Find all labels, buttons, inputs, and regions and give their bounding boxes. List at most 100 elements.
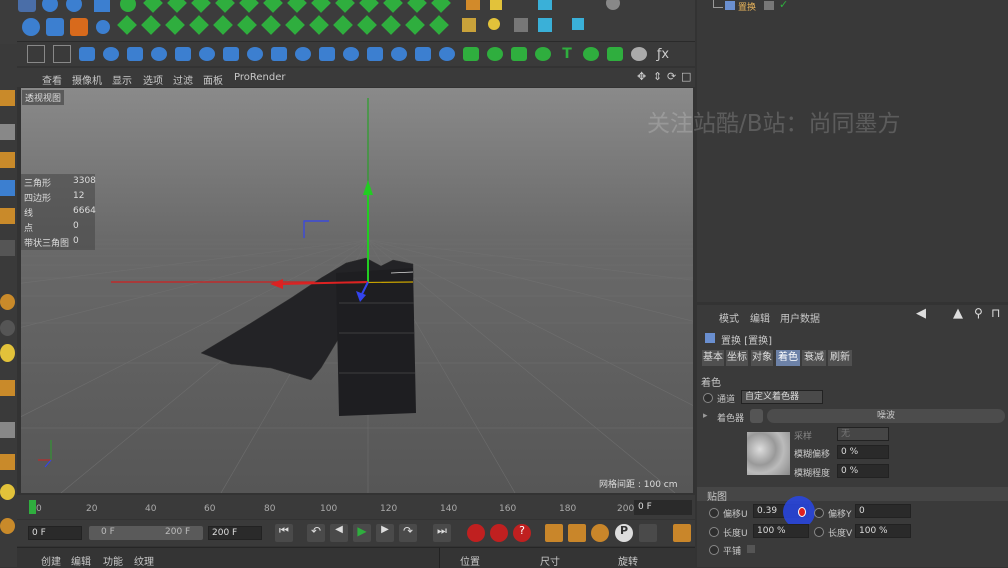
point-mode-icon[interactable] bbox=[53, 45, 71, 63]
snapping-icon[interactable] bbox=[0, 320, 15, 336]
rotate-key-icon[interactable] bbox=[591, 524, 609, 542]
perspective-viewport[interactable]: 透视视图 三角形 3308 四边形 12 线 6664 点 0 带状三角图 0 … bbox=[21, 88, 693, 493]
menu-options[interactable]: 选项 bbox=[143, 72, 163, 87]
move-icon[interactable] bbox=[66, 0, 82, 12]
keyframe-help-icon[interactable]: ? bbox=[513, 524, 531, 542]
y-axis-icon[interactable] bbox=[167, 0, 187, 13]
object-name[interactable]: 置换 bbox=[738, 0, 756, 13]
render-active-view-icon[interactable] bbox=[213, 15, 233, 35]
object-axis-icon[interactable] bbox=[0, 208, 15, 224]
lengthV-field[interactable]: 100 % bbox=[855, 524, 911, 538]
sky-icon[interactable] bbox=[429, 15, 449, 35]
prev-key-icon[interactable]: ↶ bbox=[307, 524, 325, 542]
snap-icon[interactable] bbox=[514, 18, 528, 32]
tile-checkbox[interactable] bbox=[747, 545, 755, 553]
attr-menu-mode[interactable]: 模式 bbox=[719, 310, 739, 325]
knife-icon[interactable] bbox=[127, 47, 143, 61]
tab-shading[interactable]: 着色 bbox=[776, 350, 800, 366]
loft-icon[interactable] bbox=[631, 47, 647, 61]
weld-icon[interactable] bbox=[247, 47, 263, 61]
search-icon[interactable]: ⚲ bbox=[974, 306, 983, 320]
attr-menu-edit[interactable]: 编辑 bbox=[750, 310, 770, 325]
model-mode-icon[interactable] bbox=[0, 180, 15, 196]
close-hole-icon[interactable] bbox=[487, 47, 503, 61]
cube-primitive-icon[interactable] bbox=[311, 0, 331, 13]
y-lock-icon[interactable] bbox=[141, 15, 161, 35]
grid-lock-icon[interactable] bbox=[0, 422, 15, 438]
guide-icon[interactable] bbox=[572, 18, 584, 30]
edit-render-settings-icon[interactable] bbox=[261, 15, 281, 35]
pla-key-icon[interactable] bbox=[639, 524, 657, 542]
polygon-pen-icon[interactable] bbox=[463, 47, 479, 61]
array-icon[interactable] bbox=[357, 15, 377, 35]
camera-icon[interactable] bbox=[466, 0, 480, 10]
bevel-icon[interactable] bbox=[175, 47, 191, 61]
attr-menu-userdata[interactable]: 用户数据 bbox=[780, 310, 820, 325]
tab-refresh[interactable]: 刷新 bbox=[828, 350, 852, 366]
maximize-view-icon[interactable]: □ bbox=[681, 70, 691, 83]
auto-key-icon[interactable] bbox=[490, 524, 508, 542]
next-frame-icon[interactable]: ▶ bbox=[376, 524, 394, 542]
loop-cut-icon[interactable] bbox=[223, 47, 239, 61]
function-icon[interactable]: ƒx bbox=[655, 47, 671, 62]
end-frame-field[interactable]: 200 F bbox=[208, 526, 262, 540]
enabled-check-icon[interactable]: ✓ bbox=[779, 0, 788, 11]
x-lock-icon[interactable] bbox=[117, 15, 137, 35]
pen-spline-icon[interactable] bbox=[335, 0, 355, 13]
world-coords-icon[interactable] bbox=[215, 0, 235, 13]
menu-prorender[interactable]: ProRender bbox=[234, 72, 285, 83]
current-frame-marker[interactable] bbox=[29, 500, 36, 514]
tweak-icon[interactable] bbox=[0, 240, 15, 256]
make-editable-icon[interactable] bbox=[0, 90, 15, 106]
workplane-icon[interactable] bbox=[538, 18, 552, 32]
menu-camera[interactable]: 摄像机 bbox=[72, 72, 102, 87]
menu-edit[interactable]: 编辑 bbox=[71, 553, 91, 568]
tab-object[interactable]: 对象 bbox=[751, 350, 773, 366]
rotate-view-icon[interactable]: ⟳ bbox=[667, 70, 676, 83]
lengthV-radio[interactable] bbox=[814, 527, 824, 537]
stitch-icon[interactable] bbox=[439, 47, 455, 61]
spin-edge-icon[interactable] bbox=[391, 47, 407, 61]
lathe-icon[interactable] bbox=[607, 47, 623, 61]
lengthU-field[interactable]: 100 % bbox=[753, 524, 809, 538]
extrude-icon[interactable] bbox=[151, 47, 167, 61]
axis-mode-icon[interactable] bbox=[27, 45, 45, 63]
pan-view-icon[interactable]: ✥ bbox=[637, 70, 646, 83]
primitive-cube-icon[interactable] bbox=[285, 15, 305, 35]
tab-coord[interactable]: 坐标 bbox=[726, 350, 748, 366]
x-axis-icon[interactable] bbox=[143, 0, 163, 13]
param-key-icon[interactable]: P bbox=[615, 524, 633, 542]
live-select-icon[interactable] bbox=[42, 0, 58, 12]
channel-dropdown[interactable]: 自定义着色器 bbox=[741, 390, 823, 404]
rotate-icon[interactable] bbox=[120, 0, 136, 12]
current-frame-field[interactable]: 0 F bbox=[634, 500, 692, 515]
menu-view[interactable]: 查看 bbox=[42, 72, 62, 87]
channel-radio[interactable] bbox=[703, 393, 713, 403]
offsetV-radio[interactable] bbox=[814, 508, 824, 518]
matrix-extrude-icon[interactable] bbox=[535, 47, 551, 61]
render-to-viewer-icon[interactable] bbox=[237, 15, 257, 35]
brush-icon[interactable] bbox=[462, 18, 476, 32]
timeline[interactable]: 0 F bbox=[17, 495, 695, 519]
bridge-icon[interactable] bbox=[199, 47, 215, 61]
go-to-start-icon[interactable]: ⏮ bbox=[275, 524, 293, 542]
texture-mode-icon[interactable] bbox=[0, 152, 15, 168]
menu-display[interactable]: 显示 bbox=[112, 72, 132, 87]
sweep-icon[interactable] bbox=[583, 47, 599, 61]
next-key-icon[interactable]: ↷ bbox=[399, 524, 417, 542]
menu-function[interactable]: 功能 bbox=[103, 553, 123, 568]
magnet-icon[interactable] bbox=[271, 47, 287, 61]
cursor-icon[interactable]: ▲ bbox=[953, 306, 963, 321]
rectangle-selection-icon[interactable] bbox=[46, 18, 64, 36]
render-view-icon[interactable] bbox=[239, 0, 259, 13]
tag-icon[interactable] bbox=[538, 0, 552, 10]
shader-button[interactable]: 噪波 bbox=[767, 409, 1005, 423]
deformer-icon[interactable] bbox=[407, 0, 427, 13]
subdivision-surface-icon[interactable] bbox=[333, 15, 353, 35]
lasso-selection-icon[interactable] bbox=[70, 18, 88, 36]
tab-falloff[interactable]: 衰减 bbox=[802, 350, 826, 366]
move-key-icon[interactable] bbox=[545, 524, 563, 542]
play-icon[interactable]: ▶ bbox=[353, 524, 371, 542]
visibility-icon[interactable] bbox=[764, 1, 774, 10]
noise-preview[interactable] bbox=[747, 432, 790, 475]
